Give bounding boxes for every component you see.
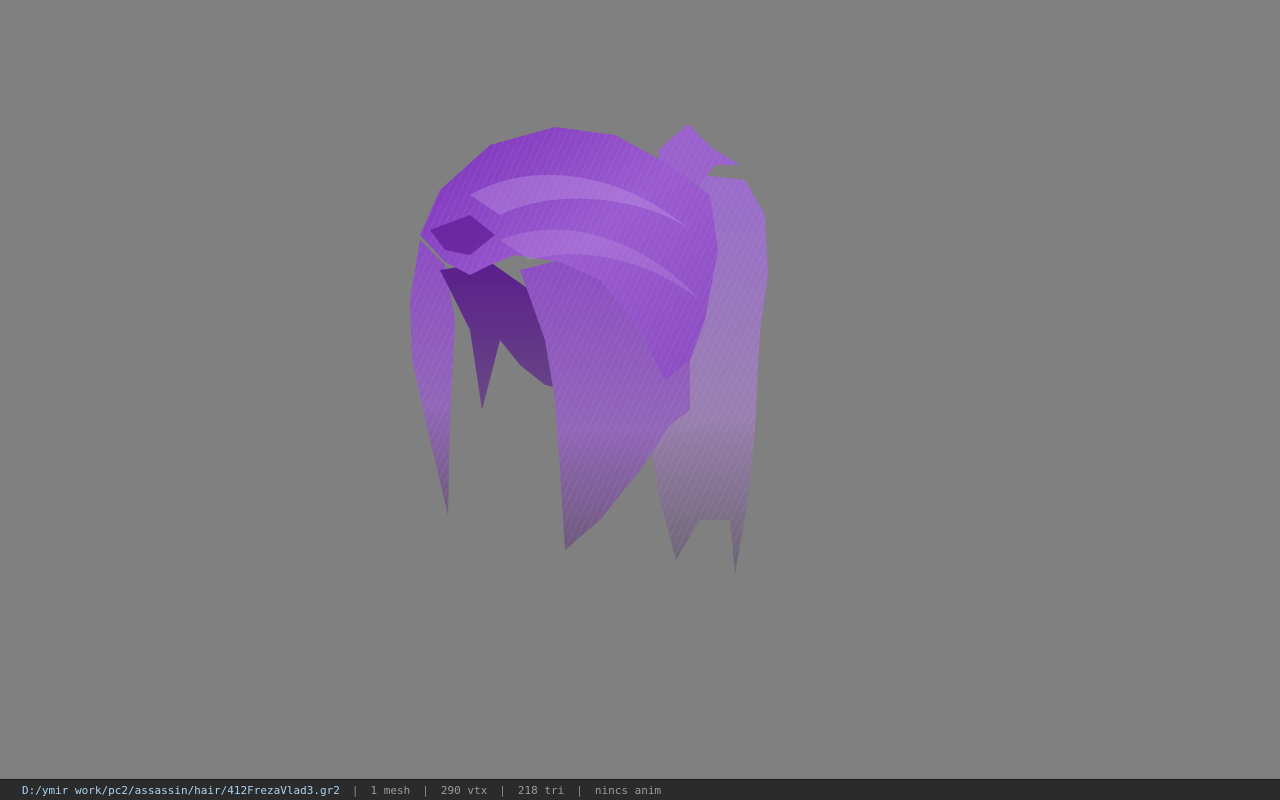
triangle-count-label: 218 tri bbox=[517, 783, 565, 797]
status-separator: | bbox=[351, 783, 359, 797]
hair-model-render bbox=[410, 124, 768, 575]
status-separator: | bbox=[576, 783, 583, 797]
status-separator: | bbox=[422, 783, 429, 797]
status-separator: | bbox=[499, 783, 506, 797]
vertex-count-label: 290 vtx bbox=[440, 783, 488, 797]
status-bar: D:/ymir work/pc2/assassin/hair/412FrezaV… bbox=[0, 779, 1280, 800]
mesh-count-label: 1 mesh bbox=[370, 783, 411, 797]
3d-viewport[interactable] bbox=[0, 0, 1280, 779]
file-path-label: D:/ymir work/pc2/assassin/hair/412FrezaV… bbox=[22, 783, 340, 797]
animation-status-label: nincs anim bbox=[594, 783, 662, 797]
